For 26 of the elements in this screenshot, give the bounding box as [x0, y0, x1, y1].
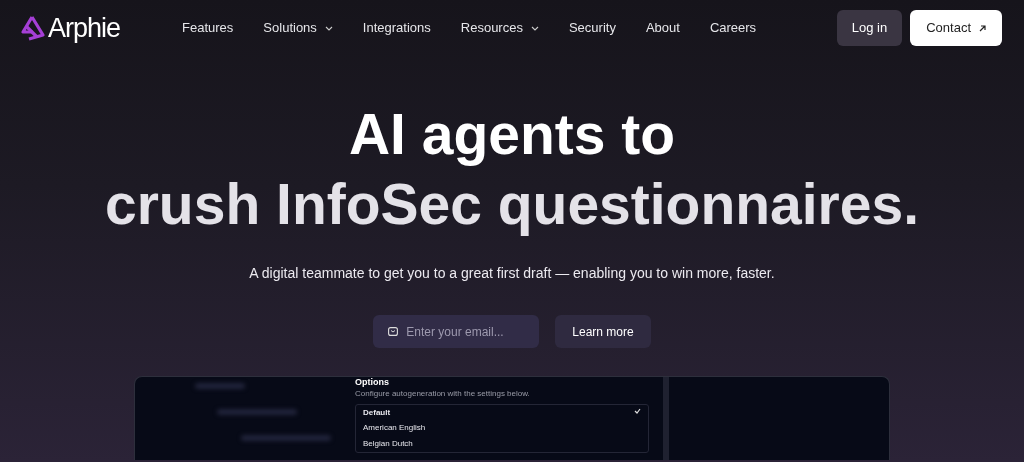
option-item[interactable]: Belgian Dutch: [356, 436, 648, 452]
nav-link[interactable]: Solutions: [263, 18, 333, 38]
chevron-down-icon: [324, 25, 333, 31]
nav-link[interactable]: Careers: [709, 18, 757, 38]
arrow-up-right-icon: [979, 24, 986, 32]
login-button[interactable]: Log in: [836, 10, 903, 46]
options-title: Options: [355, 377, 390, 388]
logo-icon[interactable]: [20, 15, 48, 41]
nav-link[interactable]: Integrations: [362, 18, 431, 38]
chevron-down-icon: [530, 25, 539, 31]
nav-link[interactable]: About: [645, 18, 680, 38]
check-icon: [634, 407, 641, 414]
brand-name[interactable]: Arphie: [48, 7, 121, 49]
email-field[interactable]: Enter your email...: [373, 315, 540, 349]
blurred-text: [195, 383, 245, 390]
options-description: Configure autogeneration with the settings below.: [355, 387, 531, 400]
contact-button[interactable]: Contact: [910, 10, 1002, 46]
nav-link[interactable]: Security: [568, 18, 616, 38]
hero-subtitle: A digital teammate to get you to a great first draft — enabling you to win more, faster.: [249, 264, 775, 284]
learn-more-button[interactable]: Learn more: [555, 315, 651, 349]
hero-title-line: AI agents to: [348, 101, 676, 168]
option-item[interactable]: American English: [356, 420, 648, 437]
option-item[interactable]: Default: [356, 404, 648, 421]
hero-title-line: crush InfoSec questionnaires.: [105, 170, 919, 238]
nav-link[interactable]: Features: [182, 18, 234, 38]
nav-link[interactable]: Resources: [460, 18, 539, 38]
